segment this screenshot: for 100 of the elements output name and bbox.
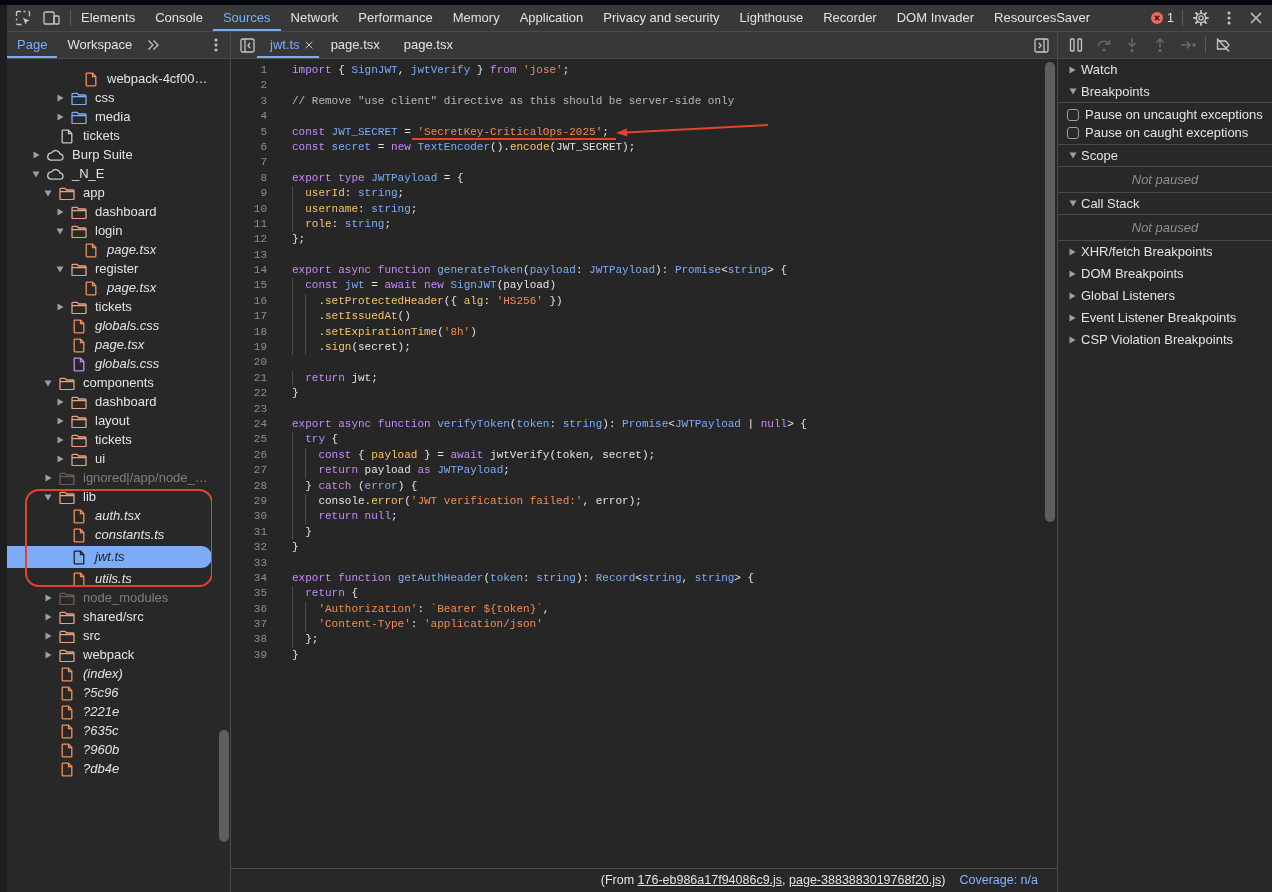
tree-item[interactable]: webpack-4cf00… [67, 71, 208, 87]
section-header[interactable]: XHR/fetch Breakpoints [1058, 241, 1272, 263]
tree-item[interactable]: jwt.ts [7, 546, 212, 568]
tree-item[interactable]: components [43, 375, 154, 391]
tab[interactable]: Console [145, 5, 213, 31]
caret-right-icon[interactable] [32, 151, 40, 159]
tab[interactable]: Lighthouse [729, 5, 814, 31]
source-link[interactable]: page-3883883019768f20.js [789, 873, 942, 888]
tree-item[interactable]: globals.css [55, 356, 160, 372]
caret-right-icon[interactable] [56, 398, 64, 406]
debugger-toggle-icon[interactable] [1034, 37, 1049, 53]
section-header[interactable]: Call Stack [1058, 193, 1272, 215]
caret-right-icon[interactable] [44, 594, 52, 602]
tree-item[interactable]: ui [55, 451, 106, 467]
tab[interactable]: Memory [442, 5, 510, 31]
tree-item[interactable]: ?5c96 [43, 685, 119, 701]
tab[interactable]: ResourcesSaver [984, 5, 1101, 31]
more-icon[interactable] [1227, 11, 1231, 25]
scrollbar-thumb[interactable] [1045, 62, 1055, 522]
tree-item[interactable]: globals.css [55, 318, 160, 334]
tree-item[interactable]: constants.ts [55, 527, 165, 543]
caret-right-icon[interactable] [56, 436, 64, 444]
tree-item[interactable]: Burp Suite [31, 147, 133, 163]
tree-item[interactable]: login [55, 223, 123, 239]
settings-icon[interactable] [1193, 10, 1209, 26]
tab[interactable]: Page [7, 32, 58, 58]
tree-item[interactable]: page.tsx [67, 280, 157, 296]
tree-item[interactable]: auth.tsx [55, 508, 141, 524]
tab[interactable]: Recorder [813, 5, 887, 31]
caret-down-icon[interactable] [44, 189, 52, 197]
sidebar-toggle-icon[interactable] [240, 37, 255, 53]
caret-right-icon[interactable] [56, 113, 64, 121]
tree-item[interactable]: (index) [43, 666, 123, 682]
caret-right-icon[interactable] [44, 474, 52, 482]
section-header[interactable]: CSP Violation Breakpoints [1058, 329, 1272, 351]
tab[interactable]: DOM Invader [886, 5, 984, 31]
pause-icon[interactable] [1068, 37, 1084, 53]
tree-item[interactable]: media [55, 109, 131, 125]
tab[interactable]: Workspace [57, 32, 143, 58]
device-icon[interactable] [43, 10, 60, 26]
caret-right-icon[interactable] [56, 208, 64, 216]
tree-item[interactable]: ?221e [43, 704, 120, 720]
tree-item[interactable]: node_modules [43, 590, 169, 606]
caret-down-icon[interactable] [32, 170, 40, 178]
caret-down-icon[interactable] [44, 379, 52, 387]
more-icon[interactable] [214, 38, 218, 52]
caret-down-icon[interactable] [56, 227, 64, 235]
checkbox[interactable] [1067, 109, 1079, 121]
section-header[interactable]: DOM Breakpoints [1058, 263, 1272, 285]
close-icon[interactable] [304, 41, 313, 49]
tree-item[interactable]: dashboard [55, 204, 157, 220]
tree-item[interactable]: register [55, 261, 139, 277]
caret-right-icon[interactable] [44, 632, 52, 640]
tree-item[interactable]: tickets [55, 299, 132, 315]
file-tab[interactable]: jwt.ts [257, 32, 319, 58]
caret-right-icon[interactable] [56, 94, 64, 102]
file-tab[interactable]: page.tsx [318, 32, 392, 58]
section-header[interactable]: Global Listeners [1058, 285, 1272, 307]
tab[interactable]: Elements [71, 5, 146, 31]
section-header[interactable]: Watch [1058, 59, 1272, 81]
coverage-link[interactable]: Coverage: n/a [959, 871, 1038, 890]
tab[interactable]: Privacy and security [593, 5, 730, 31]
tree-item[interactable]: ?db4e [43, 761, 120, 777]
tree-item[interactable]: ?635c [43, 723, 119, 739]
tree-item[interactable]: dashboard [55, 394, 157, 410]
inspect-icon[interactable] [15, 10, 31, 26]
caret-right-icon[interactable] [44, 651, 52, 659]
close-icon[interactable] [1250, 12, 1262, 24]
tree-item[interactable]: layout [55, 413, 130, 429]
tree-item[interactable]: src [43, 628, 101, 644]
caret-right-icon[interactable] [56, 303, 64, 311]
caret-right-icon[interactable] [56, 455, 64, 463]
tab[interactable]: Application [509, 5, 594, 31]
error-badge[interactable]: 1 [1151, 8, 1174, 28]
scrollbar-thumb[interactable] [219, 730, 229, 842]
caret-right-icon[interactable] [44, 613, 52, 621]
tree-item[interactable]: ignored|/app/node_… [43, 470, 208, 486]
double-chevron-icon[interactable] [147, 39, 160, 51]
tab[interactable]: Network [280, 5, 349, 31]
checkbox[interactable] [1067, 127, 1079, 139]
tree-item[interactable]: webpack [43, 647, 135, 663]
tree-item[interactable]: utils.ts [55, 571, 132, 587]
tree-item[interactable]: page.tsx [55, 337, 145, 353]
tree-item[interactable]: _N_E [31, 166, 105, 182]
section-header[interactable]: Scope [1058, 145, 1272, 167]
tree-item[interactable]: app [43, 185, 105, 201]
file-tab[interactable]: page.tsx [391, 32, 465, 58]
tab[interactable]: Performance [348, 5, 443, 31]
section-header[interactable]: Breakpoints [1058, 81, 1272, 103]
tree-item[interactable]: lib [43, 489, 96, 505]
tree-item[interactable]: ?960b [43, 742, 120, 758]
caret-down-icon[interactable] [56, 265, 64, 273]
caret-down-icon[interactable] [44, 493, 52, 501]
deactivate-breakpoints-icon[interactable] [1215, 37, 1231, 53]
tree-item[interactable]: tickets [55, 432, 132, 448]
section-header[interactable]: Event Listener Breakpoints [1058, 307, 1272, 329]
tree-item[interactable]: css [55, 90, 115, 106]
tree-item[interactable]: page.tsx [67, 242, 157, 258]
tree-item[interactable]: tickets [43, 128, 120, 144]
tree-item[interactable]: shared/src [43, 609, 144, 625]
